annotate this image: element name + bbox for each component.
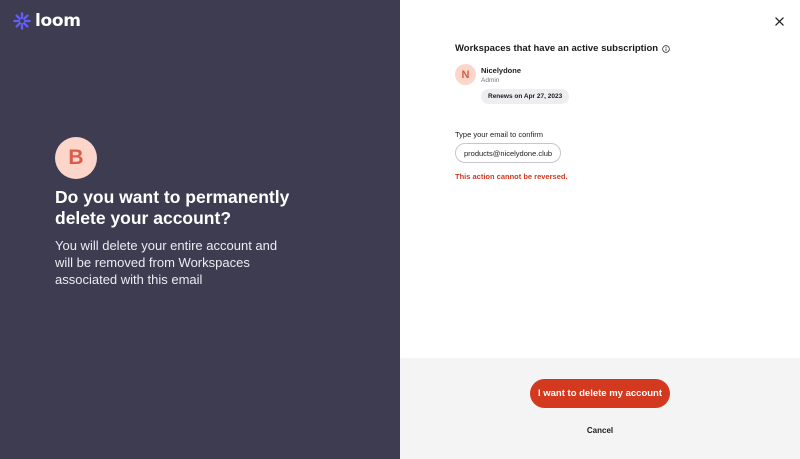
loom-starburst-icon (13, 12, 31, 30)
dialog-footer: I want to delete my account Cancel (400, 358, 800, 459)
workspace-role: Admin (481, 77, 500, 84)
delete-account-button[interactable]: I want to delete my account (530, 379, 670, 408)
renewal-badge: Renews on Apr 27, 2023 (481, 89, 570, 104)
logo-wordmark: loom (35, 11, 81, 31)
close-button[interactable] (771, 13, 787, 29)
workspaces-heading: Workspaces that have an active subscript… (455, 43, 670, 54)
page-description: You will delete your entire account and … (55, 238, 278, 287)
irreversible-warning: This action cannot be reversed. (455, 172, 568, 181)
info-icon[interactable] (662, 44, 670, 53)
page-title: Do you want to permanently delete your a… (55, 187, 290, 228)
workspaces-title-text: Workspaces that have an active subscript… (455, 43, 659, 54)
workspace-name: Nicelydone (481, 66, 522, 75)
email-confirm-label: Type your email to confirm (455, 130, 543, 139)
close-icon (774, 16, 784, 26)
workspace-avatar: N (455, 64, 476, 85)
account-avatar: B (55, 137, 97, 179)
cancel-button[interactable]: Cancel (570, 422, 630, 438)
loom-logo[interactable]: loom (13, 11, 81, 31)
left-panel: loom B Do you want to permanently delete… (0, 0, 400, 459)
email-confirm-input[interactable] (455, 143, 561, 163)
